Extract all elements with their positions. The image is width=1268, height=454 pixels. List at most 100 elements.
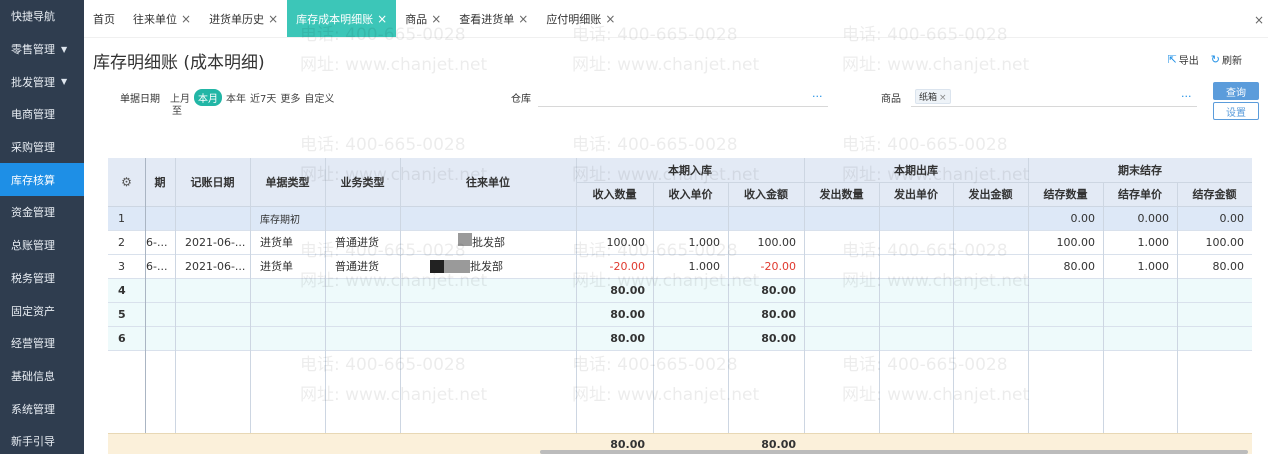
cell-period: 6-... (146, 259, 168, 273)
tab-home[interactable]: 首页 (84, 0, 124, 37)
sidebar-item-label: 零售管理 (11, 43, 55, 57)
cell-end-qty: 0.00 (1070, 211, 1096, 225)
close-icon[interactable]: × (268, 12, 278, 26)
refresh-icon: ↻ (1210, 53, 1220, 66)
sidebar-item-tax[interactable]: 税务管理 (0, 262, 84, 295)
date-option-more[interactable]: 更多 (280, 90, 300, 105)
cell-in-amount: -20.00 (760, 259, 796, 273)
cell-biz-type: 普通进货 (335, 236, 379, 249)
close-icon[interactable]: × (181, 12, 191, 26)
cell-end-price: 1.000 (1137, 235, 1170, 249)
col-end-qty[interactable]: 结存数量 (1028, 182, 1103, 206)
cell-date: 2021-06-... (185, 235, 246, 249)
tab-partners[interactable]: 往来单位 × (124, 0, 200, 37)
sidebar-item-purchase[interactable]: 采购管理 (0, 131, 84, 164)
title-actions: ⇱ 导出 ↻ 刷新 (1168, 52, 1242, 67)
col-doc-type[interactable]: 单据类型 (250, 158, 325, 206)
row-number: 6 (118, 331, 126, 345)
refresh-button[interactable]: ↻ 刷新 (1211, 52, 1242, 67)
ledger-table: ⚙ 期 记账日期 单据类型 业务类型 往来单位 本期入库 本期出库 期末结存 收… (108, 158, 1252, 454)
chevron-down-icon: ▼ (61, 44, 68, 54)
col-end-amount[interactable]: 结存金额 (1177, 182, 1252, 206)
close-icon[interactable]: × (377, 12, 387, 26)
warehouse-picker-icon[interactable]: ··· (812, 90, 823, 103)
page-title: 库存明细账 (成本明细) (93, 52, 265, 73)
col-out-qty[interactable]: 发出数量 (804, 182, 879, 206)
sidebar-item-system[interactable]: 系统管理 (0, 392, 84, 425)
close-icon[interactable]: × (605, 12, 615, 26)
tab-label: 应付明细账 (546, 12, 602, 26)
row-number: 5 (118, 307, 126, 321)
partner-name: 批发部 (472, 236, 505, 249)
tab-label: 库存成本明细账 (296, 12, 374, 26)
column-settings-button[interactable]: ⚙ (108, 158, 145, 206)
partner-name: 批发部 (470, 260, 503, 273)
divider (576, 182, 1252, 183)
product-tag[interactable]: 纸箱 × (915, 89, 951, 104)
close-icon[interactable]: × (518, 12, 528, 26)
watermark-phone: 电话: 400-665-0028 (300, 135, 466, 155)
date-option-this-month[interactable]: 本月 (194, 89, 222, 106)
tab-label: 商品 (405, 12, 428, 26)
sidebar-item-basic-info[interactable]: 基础信息 (0, 360, 84, 393)
group-header-ending: 期末结存 (1118, 164, 1162, 177)
cell-end-amount: 80.00 (1212, 259, 1245, 273)
date-option-this-year[interactable]: 本年 (226, 90, 246, 105)
col-in-qty[interactable]: 收入数量 (576, 182, 653, 206)
tab-view-purchase-order[interactable]: 查看进货单 × (450, 0, 537, 37)
product-label: 商品 (881, 94, 901, 105)
table-row[interactable] (108, 278, 1252, 302)
tab-purchase-history[interactable]: 进货单历史 × (200, 0, 287, 37)
settings-button[interactable]: 设置 (1213, 102, 1259, 120)
col-partner[interactable]: 往来单位 (400, 158, 576, 206)
col-in-amount[interactable]: 收入金额 (728, 182, 804, 206)
col-biz-type[interactable]: 业务类型 (325, 158, 400, 206)
tab-products[interactable]: 商品 × (396, 0, 450, 37)
remove-tag-icon[interactable]: × (939, 93, 947, 103)
sidebar-item-retail[interactable]: 零售管理 ▼ (0, 33, 84, 66)
export-button[interactable]: ⇱ 导出 (1168, 52, 1199, 67)
col-out-price[interactable]: 发出单价 (879, 182, 953, 206)
sidebar-item-wholesale[interactable]: 批发管理 ▼ (0, 65, 84, 98)
tab-payables-ledger[interactable]: 应付明细账 × (537, 0, 624, 37)
tab-label: 进货单历史 (209, 12, 265, 26)
table-row[interactable] (108, 326, 1252, 350)
cell-doc-type: 库存期初 (260, 214, 300, 226)
product-picker-icon[interactable]: ··· (1181, 90, 1192, 103)
sidebar-item-label: 税务管理 (11, 271, 55, 285)
col-in-price[interactable]: 收入单价 (653, 182, 728, 206)
divider (145, 158, 146, 454)
sidebar-item-funds[interactable]: 资金管理 (0, 196, 84, 229)
date-option-custom[interactable]: 自定义 (304, 90, 334, 105)
cell-in-price: 1.000 (688, 235, 721, 249)
divider (108, 278, 1252, 279)
col-end-price[interactable]: 结存单价 (1103, 182, 1177, 206)
query-button[interactable]: 查询 (1213, 82, 1259, 100)
col-date[interactable]: 记账日期 (175, 158, 250, 206)
row-number: 1 (118, 211, 125, 225)
cell-partner: 批发部 (458, 230, 576, 254)
tab-inventory-cost-ledger[interactable]: 库存成本明细账 × (287, 0, 397, 37)
close-icon[interactable]: × (431, 12, 441, 26)
divider (108, 326, 1252, 327)
table-row[interactable] (108, 302, 1252, 326)
col-period[interactable]: 期 (145, 158, 175, 206)
sidebar-item-general-ledger[interactable]: 总账管理 (0, 229, 84, 262)
product-input[interactable] (911, 106, 1197, 107)
sidebar-item-ecommerce[interactable]: 电商管理 (0, 98, 84, 131)
sidebar-item-label: 经营管理 (11, 337, 55, 351)
sidebar-item-fixed-assets[interactable]: 固定资产 (0, 294, 84, 327)
close-all-tabs-icon[interactable]: × (1254, 13, 1264, 27)
date-range-options: 上月 本月 本年 近7天 更多 自定义 (170, 89, 334, 106)
sidebar-item-operations[interactable]: 经营管理 (0, 327, 84, 360)
divider (804, 158, 805, 454)
horizontal-scrollbar[interactable] (540, 450, 1248, 454)
sidebar-item-inventory-accounting[interactable]: 库存核算 (0, 163, 84, 197)
col-out-amount[interactable]: 发出金额 (953, 182, 1028, 206)
watermark-phone: 电话: 400-665-0028 (572, 135, 738, 155)
date-option-last-7-days[interactable]: 近7天 (250, 90, 276, 105)
warehouse-input[interactable] (538, 106, 828, 107)
cell-doc-type: 进货单 (260, 236, 293, 249)
sidebar-item-quick-nav[interactable]: 快捷导航 (0, 0, 84, 33)
sidebar-item-beginner-guide[interactable]: 新手引导 (0, 425, 84, 454)
